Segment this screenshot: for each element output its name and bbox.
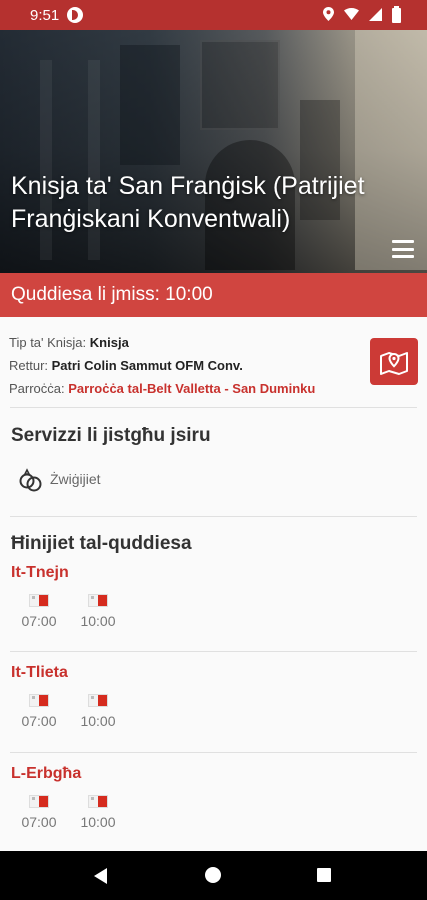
signal-icon — [369, 7, 382, 23]
system-navigation-bar — [0, 851, 427, 900]
day-wednesday: L-Erbgħa — [11, 765, 82, 782]
service-item-weddings: Żwiġijiet — [18, 466, 101, 492]
parish-row: Parroċċa: Parroċċa tal-Belt Valletta - S… — [9, 377, 369, 400]
malta-flag-icon — [29, 795, 49, 808]
mass-time-item: 10:00 — [73, 694, 123, 729]
parish-link[interactable]: Parroċċa tal-Belt Valletta - San Duminku — [68, 381, 315, 396]
mass-time: 07:00 — [21, 814, 57, 830]
mass-time-item: 07:00 — [14, 694, 64, 729]
day-monday: It-Tnejn — [11, 564, 69, 581]
mass-time-item: 10:00 — [73, 795, 123, 830]
recent-apps-icon[interactable] — [317, 868, 331, 882]
status-bar: 9:51 — [0, 0, 427, 30]
divider — [10, 651, 417, 652]
services-title: Servizzi li jistgħu jsiru — [11, 425, 211, 446]
service-label: Żwiġijiet — [50, 471, 101, 487]
app-notification-icon — [67, 7, 84, 23]
rector-label: Rettur: — [9, 358, 49, 373]
divider — [10, 516, 417, 517]
next-mass-banner: Quddiesa li jmiss: 10:00 — [0, 273, 427, 317]
map-icon — [380, 351, 408, 375]
mass-time: 10:00 — [80, 613, 116, 629]
parish-label: Parroċċa: — [9, 381, 65, 396]
battery-icon — [392, 5, 401, 23]
schedule-title: Ħinijiet tal-quddiesa — [11, 533, 192, 554]
church-info: Tip ta' Knisja: Knisja Rettur: Patri Col… — [9, 331, 369, 400]
home-icon[interactable] — [205, 867, 221, 883]
church-type-label: Tip ta' Knisja: — [9, 335, 87, 350]
location-icon — [323, 7, 334, 23]
divider — [10, 407, 417, 408]
mass-time-item: 07:00 — [14, 795, 64, 830]
mass-time: 10:00 — [80, 713, 116, 729]
mass-time: 07:00 — [21, 713, 57, 729]
status-time: 9:51 — [30, 6, 60, 24]
map-button[interactable] — [370, 338, 418, 385]
back-icon[interactable] — [94, 868, 107, 884]
malta-flag-icon — [29, 594, 49, 607]
mass-time: 10:00 — [80, 814, 116, 830]
rector-value: Patri Colin Sammut OFM Conv. — [51, 358, 243, 373]
church-type-row: Tip ta' Knisja: Knisja — [9, 331, 369, 354]
church-title: Knisja ta' San Franġisk (Patrijiet Franġ… — [11, 172, 365, 233]
menu-icon[interactable] — [392, 240, 414, 258]
mass-time-item: 07:00 — [14, 594, 64, 629]
mass-time-item: 10:00 — [73, 594, 123, 629]
mass-time: 07:00 — [21, 613, 57, 629]
rings-icon — [19, 468, 42, 492]
wifi-icon — [344, 8, 359, 22]
malta-flag-icon — [88, 594, 108, 607]
church-type-value: Knisja — [89, 335, 129, 350]
rector-row: Rettur: Patri Colin Sammut OFM Conv. — [9, 354, 369, 377]
malta-flag-icon — [88, 694, 108, 707]
malta-flag-icon — [29, 694, 49, 707]
malta-flag-icon — [88, 795, 108, 808]
day-tuesday: It-Tlieta — [11, 664, 68, 681]
divider — [10, 752, 417, 753]
